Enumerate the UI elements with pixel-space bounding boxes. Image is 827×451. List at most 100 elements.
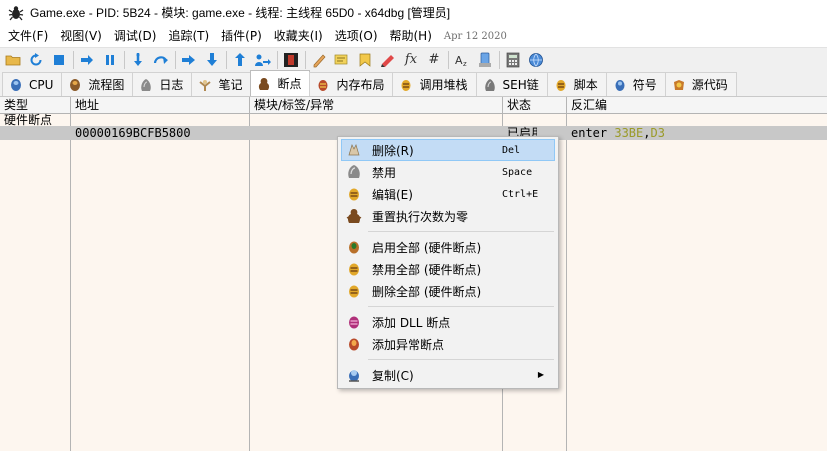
menu-item-disable[interactable]: 禁用 Space — [341, 161, 555, 183]
source-icon — [672, 78, 686, 92]
notes-icon — [198, 78, 212, 92]
tab-symbols[interactable]: 符号 — [605, 72, 666, 96]
menu-item-copy[interactable]: 复制(C) ▶ — [341, 364, 555, 386]
tab-log[interactable]: 日志 — [132, 72, 193, 96]
tab-memory-map[interactable]: 内存布局 — [309, 72, 394, 96]
pause-icon[interactable] — [100, 50, 120, 70]
toolbar-separator — [226, 50, 227, 69]
column-header-module[interactable]: 模块/标签/异常 — [250, 97, 503, 114]
restart-icon[interactable] — [26, 50, 46, 70]
graph-icon — [68, 78, 82, 92]
enable-all-icon — [346, 239, 362, 255]
toolbar-separator — [499, 50, 500, 69]
submenu-arrow-icon: ▶ — [537, 370, 544, 379]
cpu-icon — [9, 78, 23, 92]
patches-icon[interactable] — [281, 50, 301, 70]
view-tab-bar: CPU 流程图 日志 笔记 断点 内存布局 调用堆栈 SEH链 脚本 符号 源代… — [0, 70, 827, 97]
tab-script[interactable]: 脚本 — [546, 72, 607, 96]
callstack-icon — [399, 78, 413, 92]
menu-item-add-exception-breakpoint[interactable]: 添加异常断点 — [341, 333, 555, 355]
edit-icon — [346, 186, 362, 202]
trace-into-icon[interactable] — [179, 50, 199, 70]
menu-help[interactable]: 帮助(H) — [384, 25, 438, 47]
menu-item-enable-all[interactable]: 启用全部 (硬件断点) — [341, 236, 555, 258]
disable-icon — [346, 164, 362, 180]
stop-icon[interactable] — [49, 50, 69, 70]
title-bar: Game.exe - PID: 5B24 - 模块: game.exe - 线程… — [0, 0, 827, 25]
tab-notes[interactable]: 笔记 — [191, 72, 252, 96]
build-date: Apr 12 2020 — [443, 30, 507, 42]
menu-separator — [368, 306, 554, 307]
column-header-address[interactable]: 地址 — [71, 97, 250, 114]
svg-text:A: A — [455, 54, 463, 67]
trash-icon — [346, 142, 362, 158]
menu-options[interactable]: 选项(O) — [329, 25, 384, 47]
asm-mnemonic: enter — [571, 126, 608, 140]
step-into-icon[interactable] — [128, 50, 148, 70]
toolbar-separator — [305, 50, 306, 69]
seh-icon — [483, 78, 497, 92]
menu-item-reset-hit-count[interactable]: 重置执行次数为零 — [341, 205, 555, 227]
calculator-icon[interactable] — [503, 50, 523, 70]
menu-favourites[interactable]: 收藏夹(I) — [268, 25, 329, 47]
menu-bar: 文件(F) 视图(V) 调试(D) 追踪(T) 插件(P) 收藏夹(I) 选项(… — [0, 25, 827, 47]
column-divider — [70, 114, 71, 451]
asm-operand: D3 — [650, 126, 665, 140]
functions-icon[interactable]: fx — [401, 50, 421, 70]
row-address: 00000169BCFB5800 — [75, 126, 191, 140]
asm-operands: 33BE,D3 — [614, 126, 665, 140]
exception-icon — [346, 336, 362, 352]
memory-icon — [316, 78, 330, 92]
asm-comma: , — [643, 126, 651, 140]
menu-trace[interactable]: 追踪(T) — [162, 25, 215, 47]
toolbar-separator — [448, 50, 449, 69]
reset-icon — [346, 208, 362, 224]
copy-icon — [346, 367, 362, 383]
highlight-icon[interactable] — [378, 50, 398, 70]
scylla-icon[interactable] — [526, 50, 546, 70]
column-header-disassembly[interactable]: 反汇编 — [567, 97, 827, 114]
toolbar-separator — [124, 50, 125, 69]
menu-view[interactable]: 视图(V) — [54, 25, 108, 47]
menu-item-add-dll-breakpoint[interactable]: 添加 DLL 断点 — [341, 311, 555, 333]
symbol-icon — [613, 78, 627, 92]
menu-item-remove-all[interactable]: 删除全部 (硬件断点) — [341, 280, 555, 302]
run-to-user-code-icon[interactable] — [253, 50, 273, 70]
hash-icon[interactable]: # — [424, 50, 444, 70]
svg-text:z: z — [463, 60, 467, 68]
menu-item-disable-all[interactable]: 禁用全部 (硬件断点) — [341, 258, 555, 280]
comments-icon[interactable] — [309, 50, 329, 70]
font-size-icon[interactable]: Az — [452, 50, 472, 70]
column-divider — [249, 114, 250, 451]
tab-breakpoints[interactable]: 断点 — [250, 70, 311, 96]
row-disassembly: enter 33BE,D3 — [571, 126, 665, 140]
attach-icon[interactable] — [475, 50, 495, 70]
open-folder-icon[interactable] — [3, 50, 23, 70]
step-over-icon[interactable] — [151, 50, 171, 70]
menu-debug[interactable]: 调试(D) — [108, 25, 163, 47]
menu-file[interactable]: 文件(F) — [2, 25, 54, 47]
run-icon[interactable] — [77, 50, 97, 70]
menu-item-edit[interactable]: 编辑(E) Ctrl+E — [341, 183, 555, 205]
tab-graph[interactable]: 流程图 — [61, 72, 134, 96]
column-header-status[interactable]: 状态 — [503, 97, 567, 114]
asm-operand: 33BE — [614, 126, 644, 140]
toolbar-separator — [73, 50, 74, 69]
trace-over-icon[interactable] — [202, 50, 222, 70]
tab-source[interactable]: 源代码 — [664, 72, 737, 96]
tab-seh-chain[interactable]: SEH链 — [475, 72, 548, 96]
disable-all-icon — [346, 261, 362, 277]
tab-cpu[interactable]: CPU — [2, 72, 63, 96]
labels-icon[interactable] — [332, 50, 352, 70]
window-title: Game.exe - PID: 5B24 - 模块: game.exe - 线程… — [30, 6, 451, 20]
bug-icon — [8, 5, 24, 20]
menu-plugins[interactable]: 插件(P) — [215, 25, 268, 47]
menu-item-remove[interactable]: 删除(R) Del — [341, 139, 555, 161]
context-menu: 删除(R) Del 禁用 Space 编辑(E) Ctrl+E 重置执行次数为零… — [337, 136, 559, 389]
column-header-type[interactable]: 类型 — [0, 97, 71, 114]
bookmarks-icon[interactable] — [355, 50, 375, 70]
tab-call-stack[interactable]: 调用堆栈 — [392, 72, 477, 96]
menu-separator — [368, 231, 554, 232]
log-icon — [139, 78, 153, 92]
execute-till-return-icon[interactable] — [230, 50, 250, 70]
